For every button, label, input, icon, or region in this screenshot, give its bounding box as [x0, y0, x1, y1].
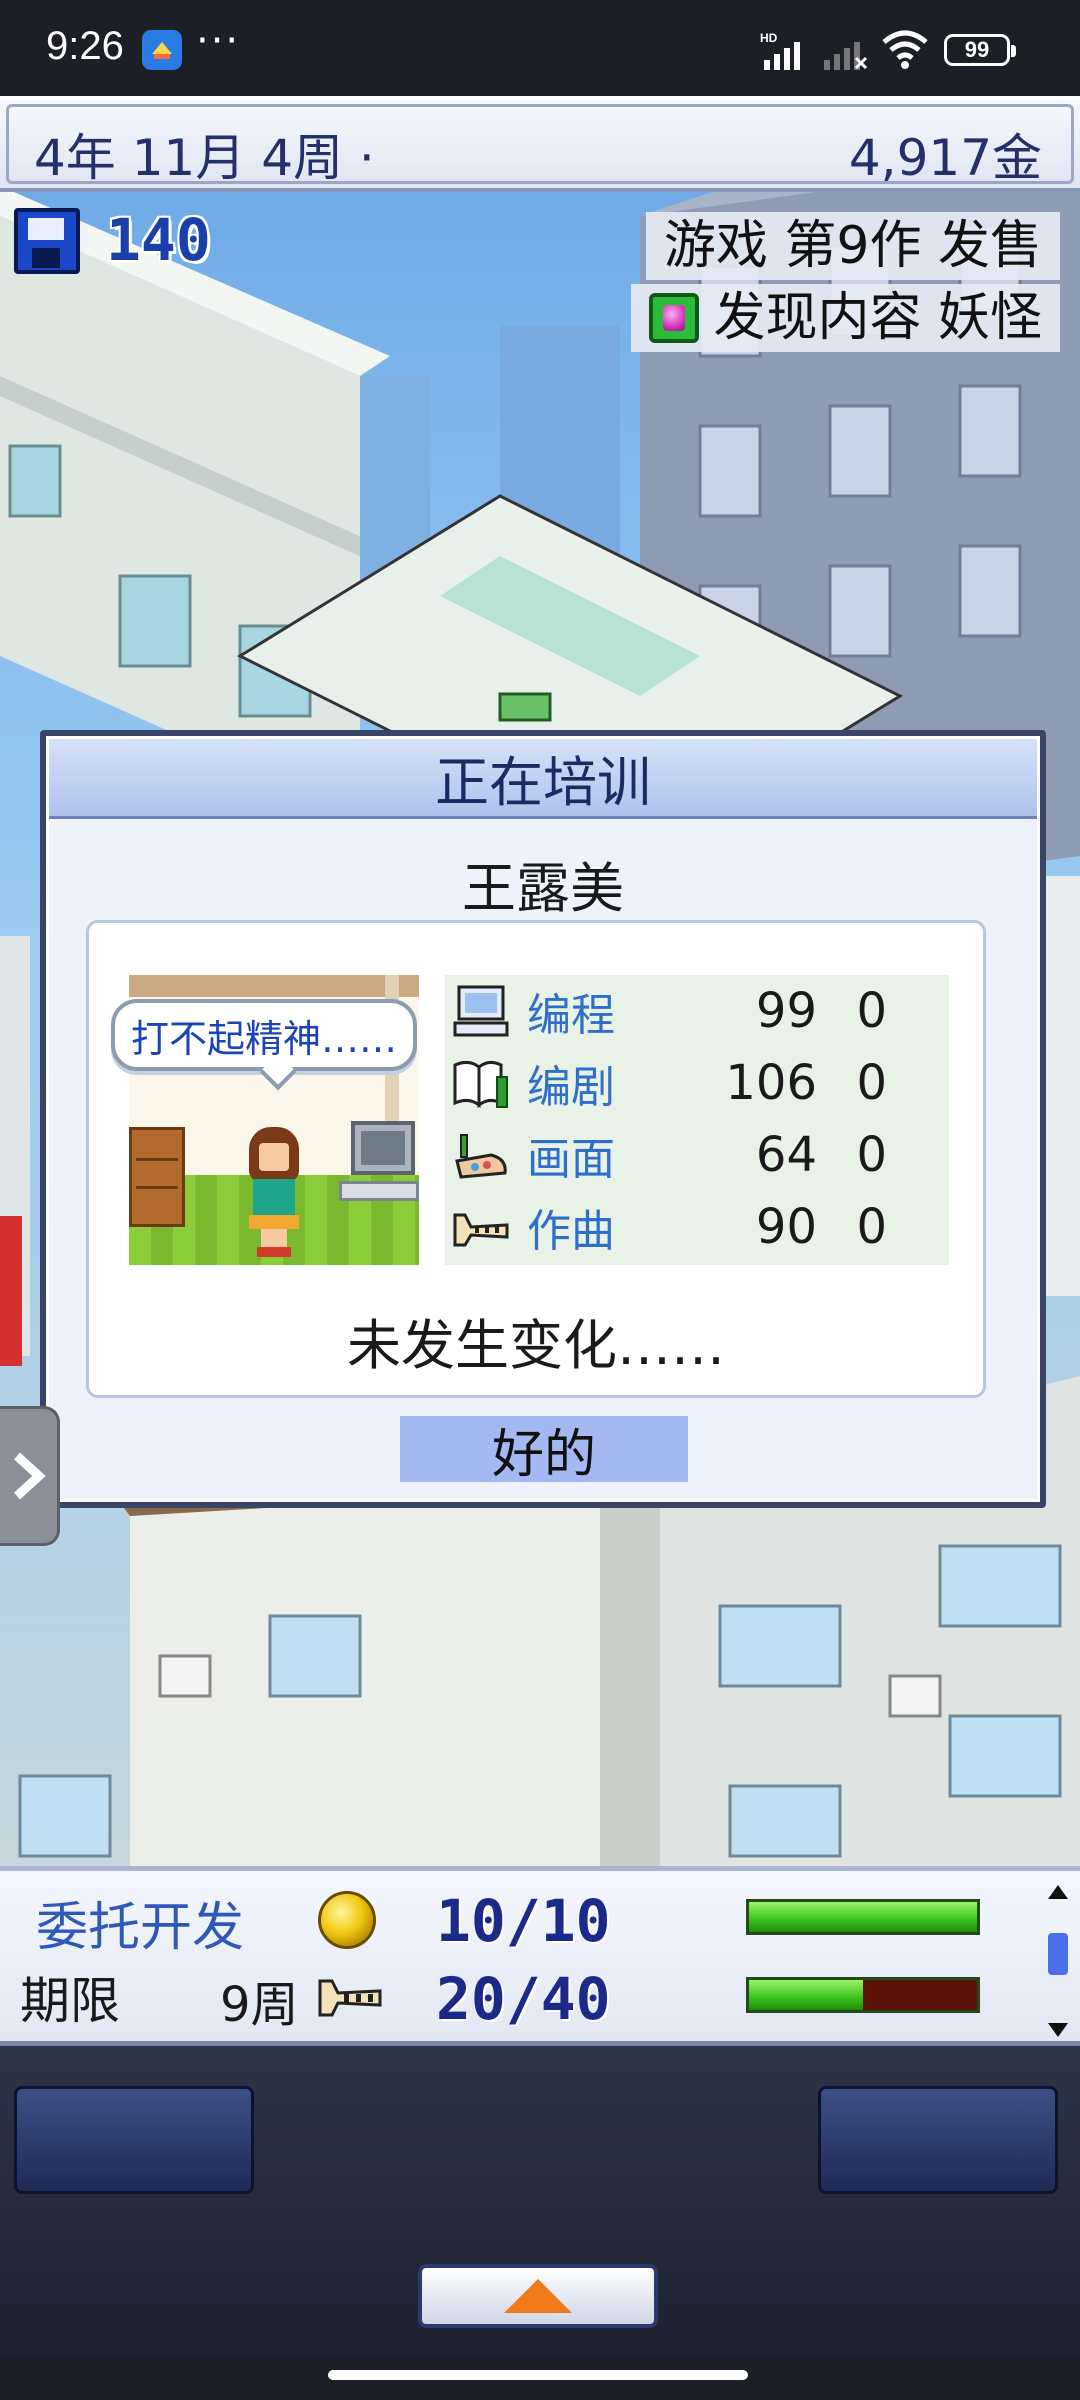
panel-scrollbar[interactable] [1046, 1885, 1070, 2037]
dialog-title: 正在培训 [435, 751, 651, 814]
stat-value: 106 [725, 1055, 817, 1111]
left-menu-button[interactable] [14, 2086, 254, 2194]
contract-ratio-2: 20/40 [436, 1965, 611, 2033]
training-panel: 打不起精神…… 编程 99 0 编剧 106 0 画面 64 0 作曲 90 0… [86, 920, 986, 1398]
stat-value: 64 [755, 1127, 817, 1183]
stat-delta: 0 [856, 1055, 887, 1111]
wifi-icon [882, 30, 928, 69]
game-date: 4年 11月 4周 · [34, 129, 375, 187]
save-icon[interactable] [14, 208, 80, 274]
chevron-right-icon [13, 1452, 46, 1500]
svg-text:HD: HD [760, 31, 778, 45]
trainee-name: 王露美 [462, 857, 624, 920]
notice-content-found: 发现内容 妖怪 [631, 284, 1060, 352]
stats-table: 编程 99 0 编剧 106 0 画面 64 0 作曲 90 0 [445, 975, 949, 1265]
stat-name: 编剧 [527, 1062, 615, 1113]
ok-button[interactable]: 好的 [400, 1416, 688, 1485]
bottom-controls [0, 2046, 1080, 2356]
fan-count: 140 [106, 206, 211, 274]
stat-value: 99 [755, 983, 817, 1039]
expand-menu-button[interactable] [418, 2264, 658, 2328]
money-display: 4,917金 [848, 129, 1042, 187]
notice-game-release: 游戏 第9作 发售 [645, 212, 1060, 280]
notice-content-text: 发现内容 妖怪 [713, 288, 1042, 348]
stat-name: 画面 [527, 1134, 615, 1185]
cabinet-icon [129, 1127, 185, 1227]
book-icon [453, 1060, 508, 1109]
coin-icon [318, 1891, 376, 1949]
stat-delta: 0 [856, 983, 887, 1039]
contract-ratio-1: 10/10 [436, 1887, 611, 1955]
contract-label: 委托开发 [36, 1898, 245, 1958]
status-time: 9:26 [46, 24, 124, 68]
stat-delta: 0 [856, 1199, 887, 1255]
top-info-bar: 4年 11月 4周 · 4,917金 [0, 96, 1080, 192]
more-notifications-icon: ··· [196, 18, 241, 64]
battery-icon: 99 [944, 34, 1016, 66]
music-icon [453, 1213, 509, 1247]
arrow-up-icon [504, 2279, 572, 2313]
signal-hd-icon: HD [760, 31, 800, 70]
dialog-title-bar: 正在培训 [49, 739, 1037, 819]
scroll-down-icon[interactable] [1048, 2023, 1068, 2037]
side-expand-tab[interactable] [0, 1406, 60, 1546]
stat-value: 90 [755, 1199, 817, 1255]
paint-icon [455, 1134, 507, 1179]
progress-fill-2 [749, 1980, 863, 2010]
stat-row-scenario: 编剧 106 0 [445, 1047, 949, 1119]
status-bar: 9:26 ··· HD 99 [0, 0, 1080, 96]
contract-panel[interactable]: 委托开发 期限 9周 10/10 20/40 [0, 1866, 1080, 2046]
signal-weak-icon [824, 42, 868, 70]
stat-delta: 0 [856, 1127, 887, 1183]
training-result-text: 未发生变化…… [347, 1314, 725, 1377]
stat-name: 编程 [527, 990, 615, 1041]
gem-icon [649, 293, 700, 343]
progress-bar-1 [746, 1899, 980, 1935]
music-icon [318, 1979, 382, 2017]
progress-fill-1 [749, 1902, 977, 1932]
stat-row-programming: 编程 99 0 [445, 975, 949, 1047]
progress-bar-2 [746, 1977, 980, 2013]
deadline-label: 期限 [20, 1972, 120, 2030]
computer-icon [453, 985, 509, 1037]
scroll-thumb[interactable] [1048, 1933, 1068, 1975]
right-menu-button[interactable] [818, 2086, 1058, 2194]
stat-name: 作曲 [527, 1206, 615, 1257]
gesture-handle[interactable] [328, 2370, 748, 2380]
stat-row-music: 作曲 90 0 [445, 1191, 949, 1263]
stat-row-graphics: 画面 64 0 [445, 1119, 949, 1191]
speech-bubble: 打不起精神…… [111, 999, 418, 1071]
app-notification-icon [142, 30, 182, 70]
monitor-icon [351, 1121, 415, 1175]
scroll-up-icon[interactable] [1048, 1885, 1068, 1899]
training-dialog: 正在培训 王露美 打不起精神…… 编程 99 0 编剧 106 0 画面 64 … [40, 730, 1046, 1508]
deadline-value: 9周 [220, 1977, 299, 2033]
